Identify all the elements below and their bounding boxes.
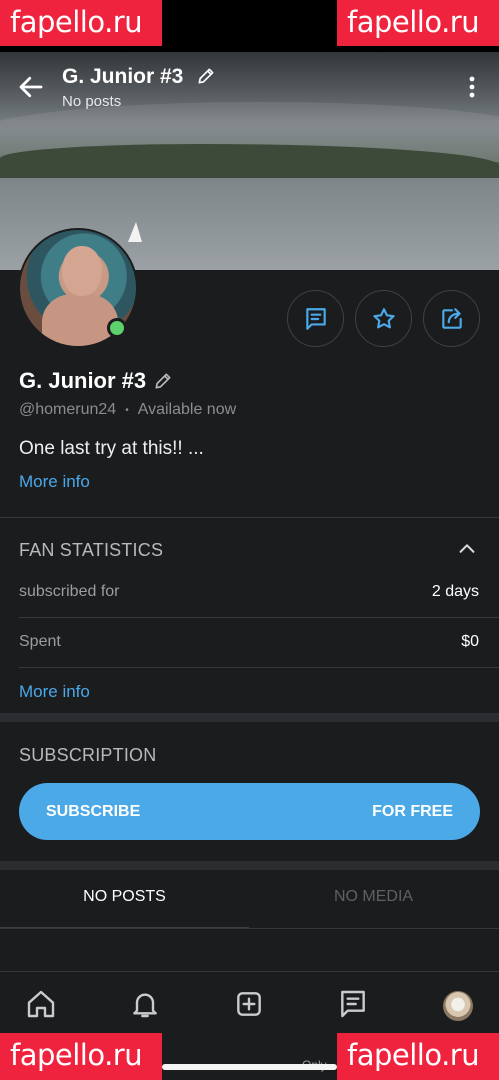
- bottom-navigation: [0, 971, 499, 1041]
- stat-value-subscribed: 2 days: [431, 583, 479, 600]
- header-subtitle: No posts: [62, 93, 122, 110]
- nav-messages[interactable]: [335, 986, 371, 1022]
- section-divider: [0, 517, 499, 518]
- fan-statistics-title: FAN STATISTICS: [19, 540, 164, 560]
- add-icon: [237, 992, 261, 1016]
- section-divider: [0, 861, 499, 870]
- stat-label-spent: Spent: [19, 633, 61, 650]
- row-divider: [19, 617, 499, 618]
- tab-posts[interactable]: NO POSTS: [0, 888, 249, 906]
- availability-status: Available now: [137, 401, 237, 418]
- home-icon: [27, 990, 55, 1018]
- subscribe-button[interactable]: SUBSCRIBE FOR FREE: [19, 783, 480, 840]
- stats-more-info-link[interactable]: More info: [19, 682, 90, 702]
- watermark-bottom-right: fapello.ru: [337, 1033, 499, 1080]
- nav-notifications[interactable]: [127, 986, 163, 1022]
- profile-more-info-link[interactable]: More info: [19, 472, 90, 492]
- handle-row: @homerun24 • Available now: [19, 401, 236, 419]
- message-button[interactable]: [287, 290, 344, 347]
- bell-icon: [133, 993, 157, 1018]
- header-title: G. Junior #3: [62, 65, 184, 88]
- watermark-top-left: fapello.ru: [0, 0, 162, 46]
- online-status-indicator: [107, 318, 127, 338]
- profile-handle: @homerun24: [19, 401, 117, 418]
- chevron-up-icon[interactable]: [456, 538, 478, 560]
- stat-label-subscribed: subscribed for: [19, 583, 120, 600]
- favorite-button[interactable]: [355, 290, 412, 347]
- back-arrow-icon[interactable]: [16, 72, 46, 102]
- stat-value-spent: $0: [461, 633, 479, 650]
- status-separator: •: [125, 404, 129, 416]
- subscribe-price: FOR FREE: [372, 802, 453, 820]
- watermark-bottom-left: fapello.ru: [0, 1033, 162, 1080]
- section-divider: [0, 713, 499, 722]
- more-vertical-icon[interactable]: [462, 74, 482, 100]
- top-bar: G. Junior #3 No posts: [0, 52, 499, 122]
- message-icon: [305, 307, 326, 330]
- share-button[interactable]: [423, 290, 480, 347]
- tab-media[interactable]: NO MEDIA: [249, 888, 498, 906]
- edit-pencil-icon[interactable]: [196, 66, 216, 86]
- share-icon: [441, 307, 462, 329]
- row-divider: [19, 667, 499, 668]
- nav-profile-avatar[interactable]: [443, 991, 473, 1021]
- nav-home[interactable]: [23, 986, 59, 1022]
- star-icon: [372, 307, 395, 328]
- subscribe-label: SUBSCRIBE: [46, 802, 141, 820]
- subscription-title: SUBSCRIPTION: [19, 745, 157, 765]
- tab-divider: [0, 928, 499, 929]
- profile-name: G. Junior #3: [19, 368, 147, 393]
- messages-icon: [341, 990, 365, 1018]
- watermark-top-right: fapello.ru: [337, 0, 499, 46]
- edit-name-icon[interactable]: [153, 371, 173, 391]
- home-indicator[interactable]: [162, 1064, 337, 1070]
- profile-bio: One last try at this!! ...: [19, 438, 204, 459]
- nav-add[interactable]: [231, 986, 267, 1022]
